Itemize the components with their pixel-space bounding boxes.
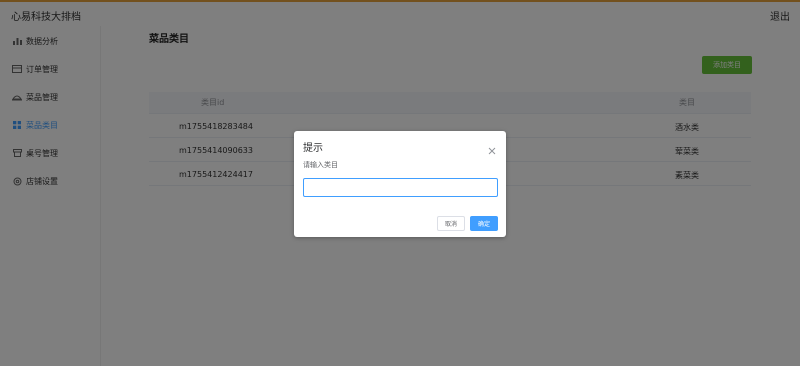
dialog-title: 提示 (303, 143, 323, 154)
category-name-input[interactable] (303, 178, 498, 197)
prompt-dialog: 提示 请输入类目 取消 确定 (294, 131, 506, 237)
confirm-button[interactable]: 确定 (470, 216, 498, 231)
close-icon[interactable] (488, 140, 498, 155)
dialog-message: 请输入类目 (303, 161, 338, 169)
cancel-button[interactable]: 取消 (437, 216, 465, 231)
